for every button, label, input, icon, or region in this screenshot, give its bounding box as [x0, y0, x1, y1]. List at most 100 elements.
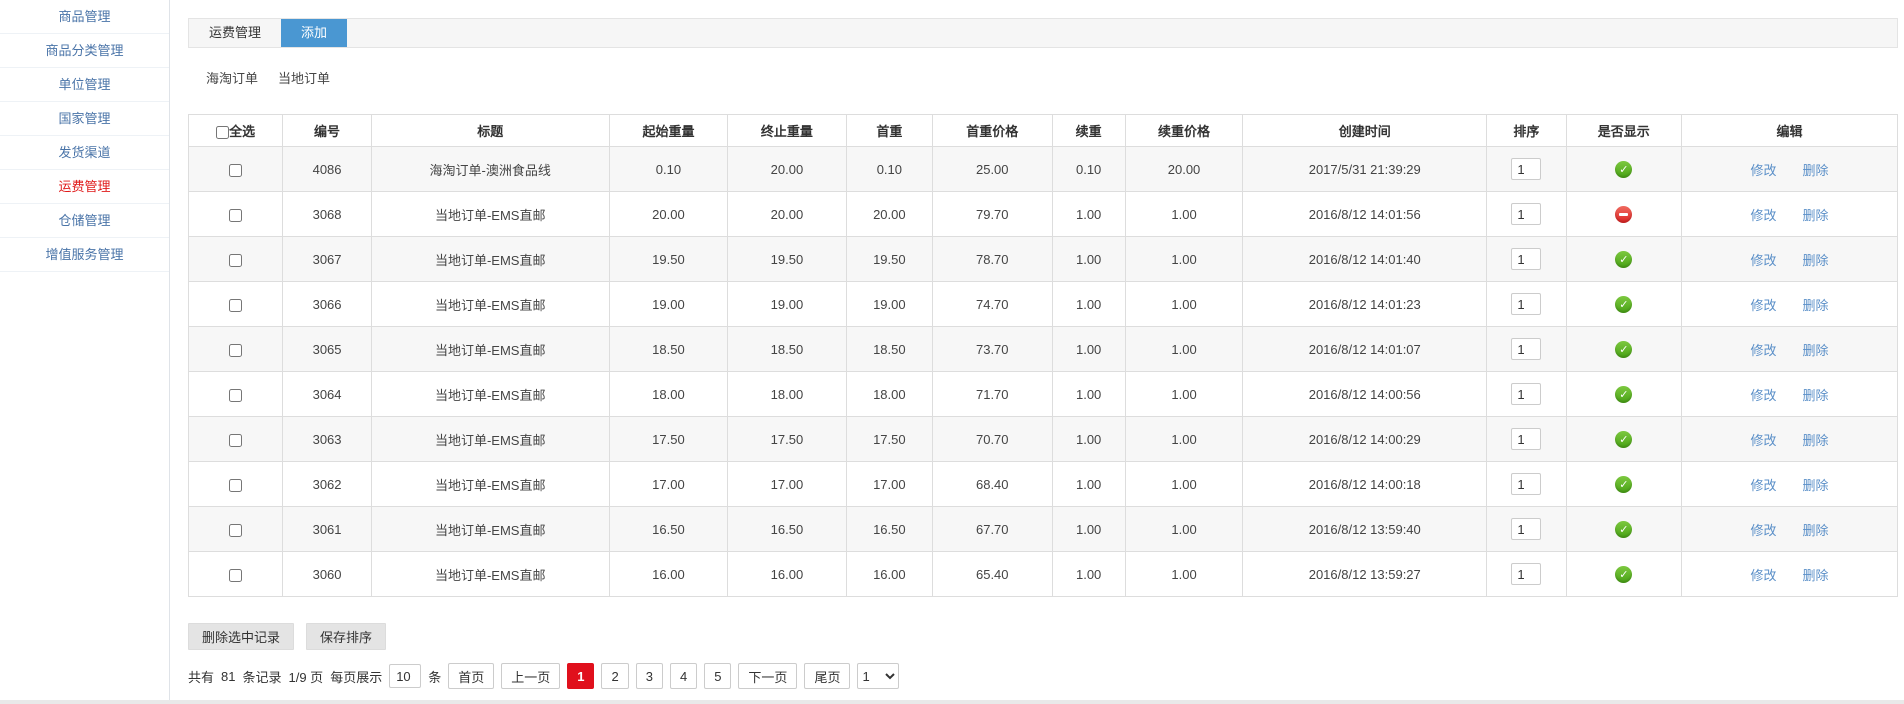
- row-checkbox[interactable]: [229, 343, 243, 357]
- delete-link[interactable]: 删除: [1803, 163, 1829, 178]
- freight-management-page: 商品管理 商品分类管理 单位管理 国家管理 发货渠道 运费管理 仓储管理 增值服务管理 运费管…: [0, 0, 1904, 704]
- modify-link[interactable]: 修改: [1751, 298, 1777, 313]
- visible-check-icon[interactable]: [1615, 430, 1633, 448]
- row-checkbox[interactable]: [229, 208, 243, 222]
- visible-check-icon[interactable]: [1615, 295, 1633, 313]
- delete-link[interactable]: 删除: [1803, 298, 1829, 313]
- sidebar-item-0[interactable]: 商品管理: [0, 0, 169, 34]
- modify-link[interactable]: 修改: [1751, 478, 1777, 493]
- sidebar-item-6[interactable]: 仓储管理: [0, 204, 169, 238]
- hidden-minus-icon[interactable]: [1615, 205, 1633, 223]
- cell-cont_weight: 1.00: [1051, 506, 1126, 552]
- delete-link[interactable]: 删除: [1803, 208, 1829, 223]
- page-jump-select[interactable]: 1: [857, 663, 900, 689]
- cell-first_weight: 20.00: [845, 191, 934, 237]
- page-button-4[interactable]: 4: [669, 663, 698, 689]
- modify-link[interactable]: 修改: [1751, 433, 1777, 448]
- tab-0[interactable]: 运费管理: [189, 19, 281, 47]
- sort-input[interactable]: [1511, 158, 1542, 180]
- cell-first_price: 70.70: [932, 416, 1053, 462]
- row-checkbox[interactable]: [229, 433, 243, 447]
- sidebar-item-1[interactable]: 商品分类管理: [0, 34, 169, 68]
- sort-input[interactable]: [1511, 203, 1542, 225]
- sort-input[interactable]: [1511, 473, 1542, 495]
- tab-1[interactable]: 添加: [281, 19, 348, 47]
- page-button-1[interactable]: 1: [567, 663, 595, 689]
- modify-link[interactable]: 修改: [1751, 208, 1777, 223]
- row-checkbox[interactable]: [229, 253, 243, 267]
- save-sort-button[interactable]: 保存排序: [306, 623, 387, 650]
- main-content: 运费管理 添加 海淘订单 当地订单 全选 编号 标题 起始重量 终止重量 首重 首重价格 续重 续重…: [187, 0, 1898, 689]
- page-button-3[interactable]: 3: [635, 663, 663, 689]
- delete-selected-button[interactable]: 删除选中记录: [188, 623, 295, 650]
- cell-edit: 修改 删除: [1681, 506, 1898, 552]
- row-checkbox[interactable]: [229, 523, 243, 537]
- sort-input[interactable]: [1511, 293, 1542, 315]
- sidebar-item-4[interactable]: 发货渠道: [0, 136, 169, 170]
- modify-link[interactable]: 修改: [1751, 253, 1777, 268]
- sort-input[interactable]: [1511, 383, 1542, 405]
- row-checkbox[interactable]: [229, 163, 243, 177]
- delete-link[interactable]: 删除: [1803, 253, 1829, 268]
- delete-link[interactable]: 删除: [1803, 343, 1829, 358]
- sidebar-item-2[interactable]: 单位管理: [0, 68, 169, 102]
- modify-link[interactable]: 修改: [1751, 343, 1777, 358]
- cell-sort: [1486, 506, 1567, 552]
- cell-edit: 修改 删除: [1681, 371, 1898, 417]
- table-header-row: 全选 编号 标题 起始重量 终止重量 首重 首重价格 续重 续重价格 创建时间 排序 是否显示 编辑: [187, 114, 1898, 147]
- sort-input[interactable]: [1511, 338, 1542, 360]
- sidebar-item-3[interactable]: 国家管理: [0, 102, 169, 136]
- subnav-link-1[interactable]: 当地订单: [278, 68, 330, 86]
- sort-input[interactable]: [1511, 518, 1542, 540]
- visible-check-icon[interactable]: [1615, 340, 1633, 358]
- total-records-suffix: 条记录: [242, 669, 282, 685]
- cell-created: 2016/8/12 14:01:23: [1242, 281, 1488, 327]
- delete-link[interactable]: 删除: [1803, 478, 1829, 493]
- row-select-cell: [187, 236, 284, 282]
- modify-link[interactable]: 修改: [1751, 523, 1777, 538]
- cell-first_weight: 19.00: [845, 281, 934, 327]
- visible-check-icon[interactable]: [1615, 565, 1633, 583]
- cell-created: 2016/8/12 14:00:56: [1242, 371, 1488, 417]
- page-button-5[interactable]: 5: [704, 663, 732, 689]
- delete-link[interactable]: 删除: [1803, 523, 1829, 538]
- per-page-input[interactable]: [389, 664, 422, 688]
- delete-link[interactable]: 删除: [1803, 568, 1829, 583]
- cell-edit: 修改 删除: [1681, 236, 1898, 282]
- visible-check-icon[interactable]: [1615, 250, 1633, 268]
- prev-page-button[interactable]: 上一页: [501, 663, 561, 689]
- first-page-button[interactable]: 首页: [448, 663, 495, 689]
- sidebar-item-7[interactable]: 增值服务管理: [0, 238, 169, 272]
- cell-sort: [1486, 326, 1567, 372]
- sort-input[interactable]: [1511, 428, 1542, 450]
- cell-first_price: 74.70: [932, 281, 1053, 327]
- next-page-button[interactable]: 下一页: [738, 663, 798, 689]
- visible-check-icon[interactable]: [1615, 160, 1633, 178]
- cell-first_weight: 18.00: [845, 371, 934, 417]
- visible-check-icon[interactable]: [1615, 520, 1633, 538]
- subnav-link-0[interactable]: 海淘订单: [206, 68, 258, 86]
- row-checkbox[interactable]: [229, 388, 243, 402]
- select-all-checkbox[interactable]: [216, 126, 230, 140]
- modify-link[interactable]: 修改: [1751, 568, 1777, 583]
- row-checkbox[interactable]: [229, 478, 243, 492]
- sort-input[interactable]: [1511, 563, 1542, 585]
- visible-check-icon[interactable]: [1615, 475, 1633, 493]
- page-button-2[interactable]: 2: [601, 663, 629, 689]
- row-select-cell: [187, 281, 284, 327]
- row-checkbox[interactable]: [229, 298, 243, 312]
- modify-link[interactable]: 修改: [1751, 163, 1777, 178]
- sort-input[interactable]: [1511, 248, 1542, 270]
- modify-link[interactable]: 修改: [1751, 388, 1777, 403]
- row-checkbox[interactable]: [229, 568, 243, 582]
- select-all-label: 全选: [229, 124, 256, 139]
- sidebar: 商品管理 商品分类管理 单位管理 国家管理 发货渠道 运费管理 仓储管理 增值服务管理: [0, 0, 170, 704]
- cell-title: 当地订单-EMS直邮: [370, 281, 610, 327]
- delete-link[interactable]: 删除: [1803, 433, 1829, 448]
- last-page-button[interactable]: 尾页: [804, 663, 851, 689]
- column-header-9: 排序: [1486, 114, 1567, 147]
- sidebar-item-5[interactable]: 运费管理: [0, 170, 169, 204]
- delete-link[interactable]: 删除: [1803, 388, 1829, 403]
- cell-created: 2017/5/31 21:39:29: [1242, 146, 1488, 192]
- visible-check-icon[interactable]: [1615, 385, 1633, 403]
